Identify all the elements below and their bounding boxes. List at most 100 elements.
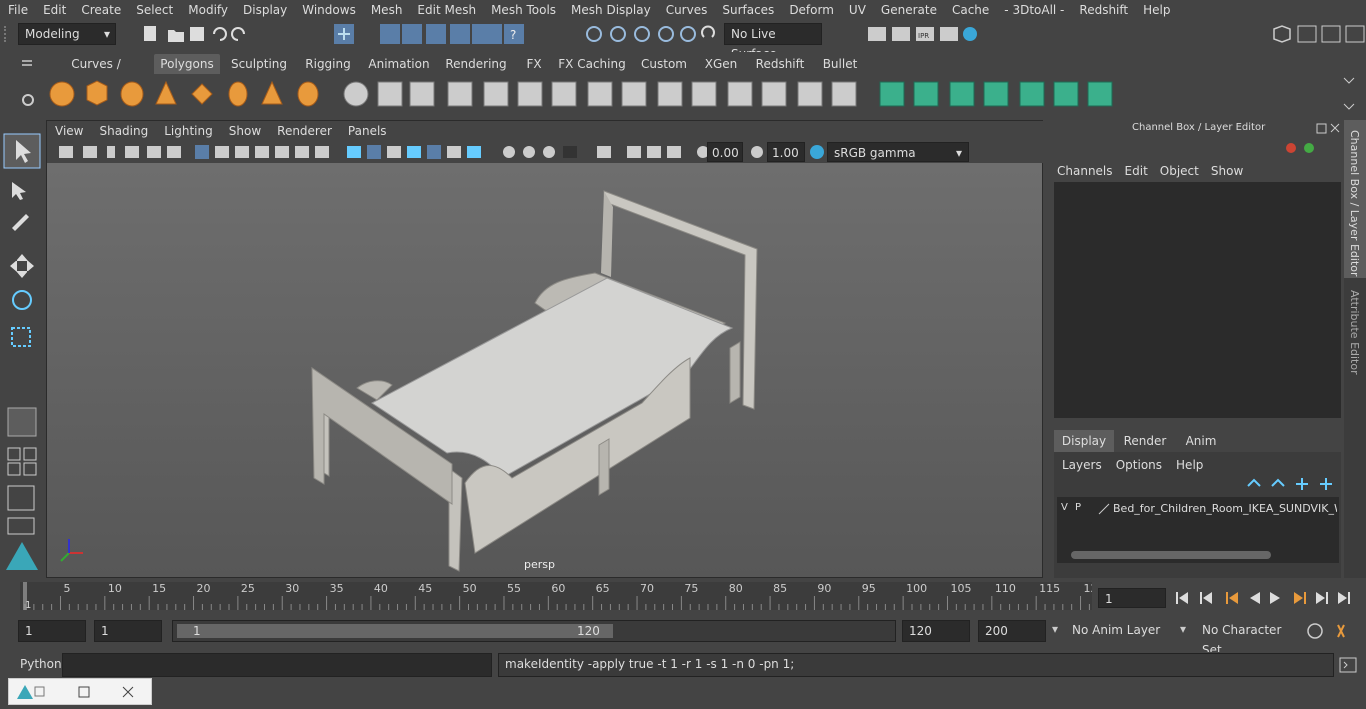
layer-buttons[interactable] xyxy=(1244,476,1340,492)
layout-outliner-icon[interactable] xyxy=(7,485,35,511)
chevron-down-icon[interactable]: ▾ xyxy=(1180,622,1186,636)
end-time-field[interactable]: 200 xyxy=(978,620,1046,642)
menu-item[interactable]: - 3DtoAll - xyxy=(996,0,1071,20)
bed-model[interactable] xyxy=(47,163,1042,577)
menu-item[interactable]: Redshift xyxy=(1071,0,1135,20)
snap-buttons[interactable] xyxy=(582,23,722,45)
layer-playback-toggle[interactable]: P xyxy=(1075,502,1081,513)
layer-menu-item[interactable]: Layers xyxy=(1062,456,1116,474)
menu-item[interactable]: Cache xyxy=(944,0,996,20)
color-space-dropdown[interactable]: sRGB gamma ▾ xyxy=(827,142,969,162)
menu-item[interactable]: Modify xyxy=(180,0,235,20)
shelf-tab[interactable]: Polygons xyxy=(154,54,220,74)
menu-item[interactable]: Generate xyxy=(873,0,944,20)
lasso-tool-icon[interactable] xyxy=(12,182,26,200)
workspace-buttons[interactable] xyxy=(1270,23,1366,45)
shelf-tab[interactable]: Curves / Surfaces xyxy=(48,54,144,91)
viewport-menu-item[interactable]: Lighting xyxy=(156,121,221,141)
viewport-menu-item[interactable]: View xyxy=(47,121,91,141)
shelf-tab[interactable]: Custom xyxy=(636,54,692,74)
command-input[interactable] xyxy=(62,653,492,677)
paint-select-tool-icon[interactable] xyxy=(12,214,29,231)
rotate-tool-icon[interactable] xyxy=(12,290,32,310)
menu-item[interactable]: Windows xyxy=(294,0,363,20)
shelf-tab[interactable]: Redshift xyxy=(750,54,810,74)
script-editor-icon[interactable] xyxy=(1338,656,1358,674)
file-buttons[interactable] xyxy=(140,24,260,44)
shelf-tab[interactable]: Bullet xyxy=(818,54,862,74)
layout-graph-icon[interactable] xyxy=(7,517,35,535)
channel-box-menu-item[interactable]: Show xyxy=(1211,162,1255,180)
time-slider[interactable]: 5 10 15 20 25 30 35 40 45 50 55 60 65 70 75 80 85 90 95 100… xyxy=(0,580,1366,615)
last-tool-icon[interactable] xyxy=(7,407,37,437)
viewport-menu-item[interactable]: Panels xyxy=(340,121,395,141)
menu-item[interactable]: Display xyxy=(235,0,294,20)
shelf-tab[interactable]: Animation xyxy=(366,54,432,74)
perspective-viewport[interactable]: persp xyxy=(47,163,1042,577)
menu-item[interactable]: Edit xyxy=(35,0,73,20)
color-management-icon[interactable] xyxy=(809,144,825,160)
shelf-icons[interactable] xyxy=(44,74,1366,116)
live-surface-field[interactable]: No Live Surface xyxy=(724,23,822,61)
playback-end-field[interactable]: 120 xyxy=(902,620,970,642)
start-time-field[interactable]: 1 xyxy=(18,620,86,642)
mode-dropdown[interactable]: Modeling ▾ xyxy=(18,23,116,45)
channel-box-icons[interactable] xyxy=(1283,140,1339,156)
viewport-menu-item[interactable]: Show xyxy=(221,121,269,141)
menu-item[interactable]: Mesh Tools xyxy=(483,0,563,20)
layer-scrollbar[interactable] xyxy=(1071,551,1271,559)
menu-item[interactable]: Help xyxy=(1135,0,1177,20)
layer-visibility-toggle[interactable]: V xyxy=(1061,502,1068,513)
chevron-down-icon[interactable]: ▾ xyxy=(1052,622,1058,636)
layer-menu-item[interactable]: Help xyxy=(1176,456,1217,474)
time-ruler[interactable]: 5 10 15 20 25 30 35 40 45 50 55 60 65 70 75 80 85 90 95 100… xyxy=(20,580,1092,612)
layer-row[interactable]: V P Bed_for_Children_Room_IKEA_SUNDVIK_W… xyxy=(1057,500,1339,518)
viewport-menu-item[interactable]: Renderer xyxy=(269,121,340,141)
character-set-dropdown[interactable]: No Character Set xyxy=(1196,620,1302,657)
maximize-icon[interactable] xyxy=(78,686,90,698)
side-tab-attribute-editor[interactable]: Attribute Editor xyxy=(1344,286,1366,386)
viewport-menu-item[interactable]: Shading xyxy=(91,121,156,141)
menu-item[interactable]: UV xyxy=(841,0,873,20)
layout-single-icon[interactable] xyxy=(7,447,21,461)
layer-menu-item[interactable]: Options xyxy=(1116,456,1176,474)
menu-item[interactable]: Surfaces xyxy=(714,0,781,20)
menu-item[interactable]: Curves xyxy=(658,0,715,20)
menu-item[interactable]: Edit Mesh xyxy=(409,0,483,20)
layer-color-swatch-icon[interactable] xyxy=(1097,502,1111,516)
anim-layer-dropdown[interactable]: No Anim Layer xyxy=(1066,620,1176,642)
menu-item[interactable]: Mesh xyxy=(363,0,410,20)
playback-start-field[interactable]: 1 xyxy=(94,620,162,642)
shelf-tab[interactable]: Rigging xyxy=(302,54,354,74)
menu-item[interactable]: Select xyxy=(128,0,180,20)
channel-box-menu-item[interactable]: Channels xyxy=(1057,162,1125,180)
shelf-tab[interactable]: Rendering xyxy=(444,54,508,74)
range-bar[interactable]: 1 120 xyxy=(172,620,896,642)
channel-box-menu-item[interactable]: Edit xyxy=(1125,162,1160,180)
range-handle[interactable] xyxy=(177,624,613,638)
playback-controls[interactable] xyxy=(1174,588,1360,608)
menu-item[interactable]: File xyxy=(0,0,35,20)
channel-box-menu-item[interactable]: Object xyxy=(1160,162,1211,180)
exposure-field[interactable]: 0.00 xyxy=(707,142,743,162)
anim-prefs-buttons[interactable] xyxy=(1306,622,1362,640)
side-tab-channel-box[interactable]: Channel Box / Layer Editor xyxy=(1344,120,1366,278)
layer-tab[interactable]: Anim xyxy=(1176,430,1226,452)
shelf-tab[interactable]: FX Caching xyxy=(556,54,628,74)
selection-mask-buttons[interactable]: ? xyxy=(332,23,562,45)
shelf-menu-icon[interactable] xyxy=(18,54,36,72)
current-frame-field[interactable]: 1 xyxy=(1098,588,1166,608)
gamma-field[interactable]: 1.00 xyxy=(767,142,805,162)
shelf-settings-gear-icon[interactable] xyxy=(20,92,36,108)
shelf-tab[interactable]: XGen xyxy=(700,54,742,74)
panel-window-buttons[interactable] xyxy=(1315,122,1341,136)
menu-item[interactable]: Deform xyxy=(781,0,841,20)
move-tool-icon[interactable] xyxy=(10,254,34,278)
restore-icon[interactable] xyxy=(34,686,45,697)
channel-list[interactable] xyxy=(1054,182,1341,418)
layer-tab[interactable]: Display xyxy=(1054,430,1114,452)
panel-toolbar-icons[interactable] xyxy=(57,143,707,161)
menu-item[interactable]: Mesh Display xyxy=(563,0,658,20)
menu-item[interactable]: Create xyxy=(73,0,128,20)
grip-handle[interactable] xyxy=(4,26,12,42)
